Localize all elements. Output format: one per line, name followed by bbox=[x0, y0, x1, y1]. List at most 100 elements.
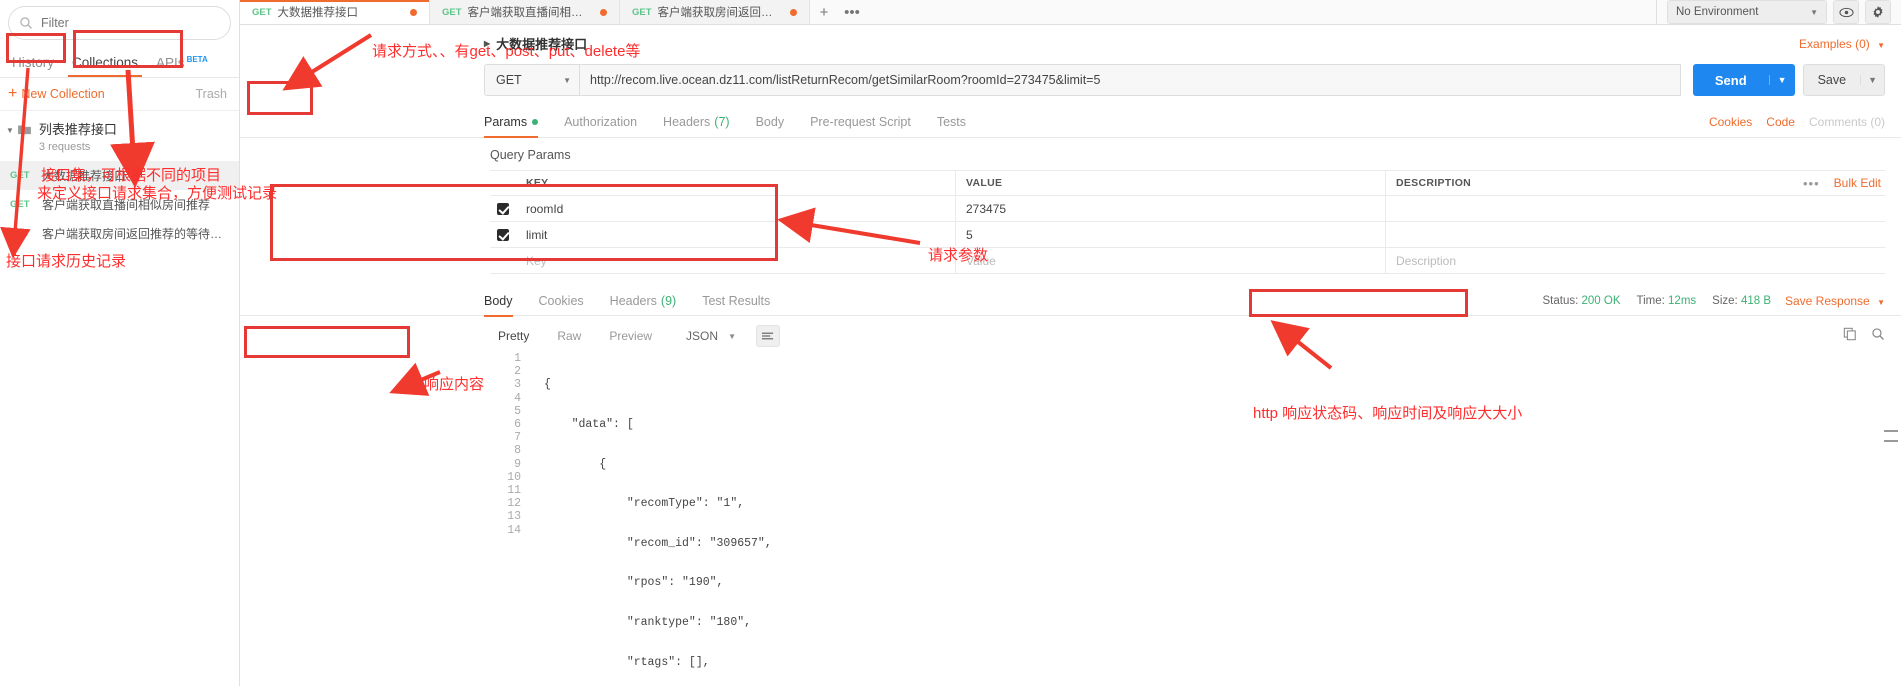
filter-bar[interactable] bbox=[8, 6, 231, 40]
response-tab-body-label: Body bbox=[484, 293, 513, 308]
column-header-value: VALUE bbox=[966, 177, 1003, 189]
trash-button[interactable]: Trash bbox=[196, 87, 228, 101]
tab-body-label: Body bbox=[755, 114, 785, 129]
param-value: 5 bbox=[966, 227, 973, 242]
chevron-down-icon: ▼ bbox=[1877, 297, 1885, 307]
response-view-controls: Pretty Raw Preview JSON ▼ bbox=[240, 316, 1901, 352]
sidebar-tab-apis[interactable]: APIs BETA bbox=[156, 55, 208, 78]
request-tab-0[interactable]: GET 大数据推荐接口 bbox=[240, 0, 430, 24]
settings-button[interactable] bbox=[1865, 0, 1891, 24]
table-row[interactable]: roomId 273475 bbox=[490, 195, 1885, 222]
tab-params[interactable]: Params bbox=[484, 106, 539, 138]
view-mode-preview[interactable]: Preview bbox=[595, 324, 666, 348]
wrap-lines-button[interactable] bbox=[755, 325, 780, 347]
request-tab-bar: GET 大数据推荐接口 GET 客户端获取直播间相似房间推荐 GET 客户端获取… bbox=[240, 0, 1901, 25]
scrollbar-tick[interactable] bbox=[1884, 440, 1898, 442]
chevron-down-icon[interactable]: ▼ bbox=[1860, 75, 1884, 85]
response-format-selector[interactable]: JSON ▼ bbox=[680, 325, 742, 347]
save-button[interactable]: Save ▼ bbox=[1802, 64, 1885, 96]
copy-button[interactable] bbox=[1843, 327, 1857, 346]
search-input[interactable] bbox=[41, 16, 220, 30]
response-tab-headers[interactable]: Headers (9) bbox=[610, 285, 677, 317]
response-format-label: JSON bbox=[686, 329, 719, 343]
main-area: GET 大数据推荐接口 GET 客户端获取直播间相似房间推荐 GET 客户端获取… bbox=[240, 0, 1901, 686]
tab-headers[interactable]: Headers (7) bbox=[663, 106, 730, 138]
environment-quick-look-button[interactable] bbox=[1833, 0, 1859, 24]
new-collection-button[interactable]: + New Collection bbox=[8, 86, 105, 102]
eye-icon bbox=[1838, 7, 1854, 17]
topbar-right: No Environment ▼ bbox=[1656, 0, 1901, 24]
tab-body[interactable]: Body bbox=[756, 106, 785, 138]
url-input[interactable] bbox=[580, 64, 1681, 96]
tab-method-label: GET bbox=[632, 6, 652, 18]
response-section-tabs: Body Cookies Headers (9) Test Results St… bbox=[240, 285, 1901, 317]
tab-pre-request-script[interactable]: Pre-request Script bbox=[810, 106, 911, 138]
tab-authorization[interactable]: Authorization bbox=[564, 106, 637, 138]
bulk-edit-button[interactable]: Bulk Edit bbox=[1834, 176, 1881, 190]
code-line: "recom_id": "309657", bbox=[544, 536, 772, 550]
sidebar-request-item-1[interactable]: GET 客户端获取直播间相似房间推荐 bbox=[0, 190, 239, 219]
line-number: 9 bbox=[514, 457, 521, 471]
row-checkbox[interactable] bbox=[490, 202, 516, 215]
cookies-link[interactable]: Cookies bbox=[1709, 115, 1752, 129]
collection-header[interactable]: ▼ 列表推荐接口 3 requests bbox=[0, 111, 239, 161]
scrollbar-tick[interactable] bbox=[1884, 430, 1898, 432]
unsaved-indicator bbox=[600, 8, 607, 16]
code-link[interactable]: Code bbox=[1766, 115, 1795, 129]
time-value: 12ms bbox=[1668, 294, 1697, 307]
line-number: 13 bbox=[507, 510, 521, 524]
tab-options-button[interactable]: ••• bbox=[838, 0, 866, 24]
request-method-label: GET bbox=[10, 199, 30, 210]
send-button[interactable]: Send ▼ bbox=[1692, 64, 1795, 96]
chevron-down-icon: ▼ bbox=[563, 75, 571, 85]
request-name-label: 客户端获取房间返回推荐的等待时间(... bbox=[42, 227, 231, 241]
response-body-viewer[interactable]: 1 2 3 4 5 6 7 8 9 10 11 12 13 14 { "data… bbox=[240, 352, 1901, 686]
response-body-code: { "data": [ { "recomType": "1", "recom_i… bbox=[530, 352, 772, 686]
response-tab-test-results-label: Test Results bbox=[702, 293, 771, 308]
request-tab-2[interactable]: GET 客户端获取房间返回推荐的等待... bbox=[620, 0, 810, 24]
search-button[interactable] bbox=[1871, 327, 1885, 346]
chevron-down-icon: ▼ bbox=[1877, 40, 1885, 50]
status-label: Status: bbox=[1542, 294, 1579, 307]
line-number: 6 bbox=[514, 418, 521, 432]
checkbox-icon bbox=[497, 228, 509, 241]
sidebar-tab-collections[interactable]: Collections bbox=[68, 55, 143, 77]
save-response-button[interactable]: Save Response ▼ bbox=[1785, 294, 1885, 308]
sidebar-tabs: History Collections APIs BETA bbox=[0, 44, 239, 78]
tab-authorization-label: Authorization bbox=[564, 114, 638, 129]
code-line: { bbox=[544, 378, 551, 392]
table-header-row: KEY VALUE DESCRIPTION ••• Bulk Edit bbox=[490, 170, 1885, 196]
tab-tests-label: Tests bbox=[936, 114, 966, 129]
sidebar-tab-history[interactable]: History bbox=[12, 55, 54, 77]
params-options-button[interactable]: ••• bbox=[1803, 176, 1820, 191]
table-row[interactable]: limit 5 bbox=[490, 221, 1885, 248]
comments-link[interactable]: Comments (0) bbox=[1809, 115, 1885, 129]
sidebar-request-item-0[interactable]: GET 大数据推荐接口 bbox=[0, 161, 239, 190]
params-active-dot bbox=[532, 118, 539, 125]
sidebar-request-item-2[interactable]: GET 客户端获取房间返回推荐的等待时间(... bbox=[0, 219, 239, 248]
request-tab-1[interactable]: GET 客户端获取直播间相似房间推荐 bbox=[430, 0, 620, 24]
response-headers-count: (9) bbox=[660, 293, 677, 308]
response-tab-test-results[interactable]: Test Results bbox=[702, 285, 770, 317]
line-number: 14 bbox=[507, 523, 521, 537]
tab-params-label: Params bbox=[484, 114, 528, 129]
table-row-placeholder[interactable]: Key Value Description bbox=[490, 247, 1885, 274]
code-line: { bbox=[544, 457, 607, 471]
view-mode-pretty[interactable]: Pretty bbox=[484, 324, 543, 348]
view-mode-raw[interactable]: Raw bbox=[543, 324, 595, 348]
row-checkbox[interactable] bbox=[490, 228, 516, 241]
response-tab-cookies[interactable]: Cookies bbox=[539, 285, 584, 317]
environment-selector[interactable]: No Environment ▼ bbox=[1667, 0, 1827, 24]
response-tabs-list: Body Cookies Headers (9) Test Results bbox=[484, 285, 770, 317]
response-tab-headers-label: Headers bbox=[609, 293, 657, 308]
tab-tests[interactable]: Tests bbox=[937, 106, 966, 138]
chevron-down-icon[interactable]: ▼ bbox=[1768, 75, 1795, 85]
request-tabs: GET 大数据推荐接口 GET 客户端获取直播间相似房间推荐 GET 客户端获取… bbox=[240, 0, 1656, 24]
examples-button[interactable]: Examples (0) ▼ bbox=[1799, 37, 1885, 51]
new-tab-button[interactable]: + bbox=[810, 0, 838, 24]
method-selector[interactable]: GET ▼ bbox=[484, 64, 580, 96]
save-response-label: Save Response bbox=[1785, 293, 1870, 308]
request-method-label: GET bbox=[10, 170, 30, 181]
breadcrumb[interactable]: ▶ 大数据推荐接口 bbox=[484, 34, 587, 53]
response-tab-body[interactable]: Body bbox=[484, 285, 513, 317]
